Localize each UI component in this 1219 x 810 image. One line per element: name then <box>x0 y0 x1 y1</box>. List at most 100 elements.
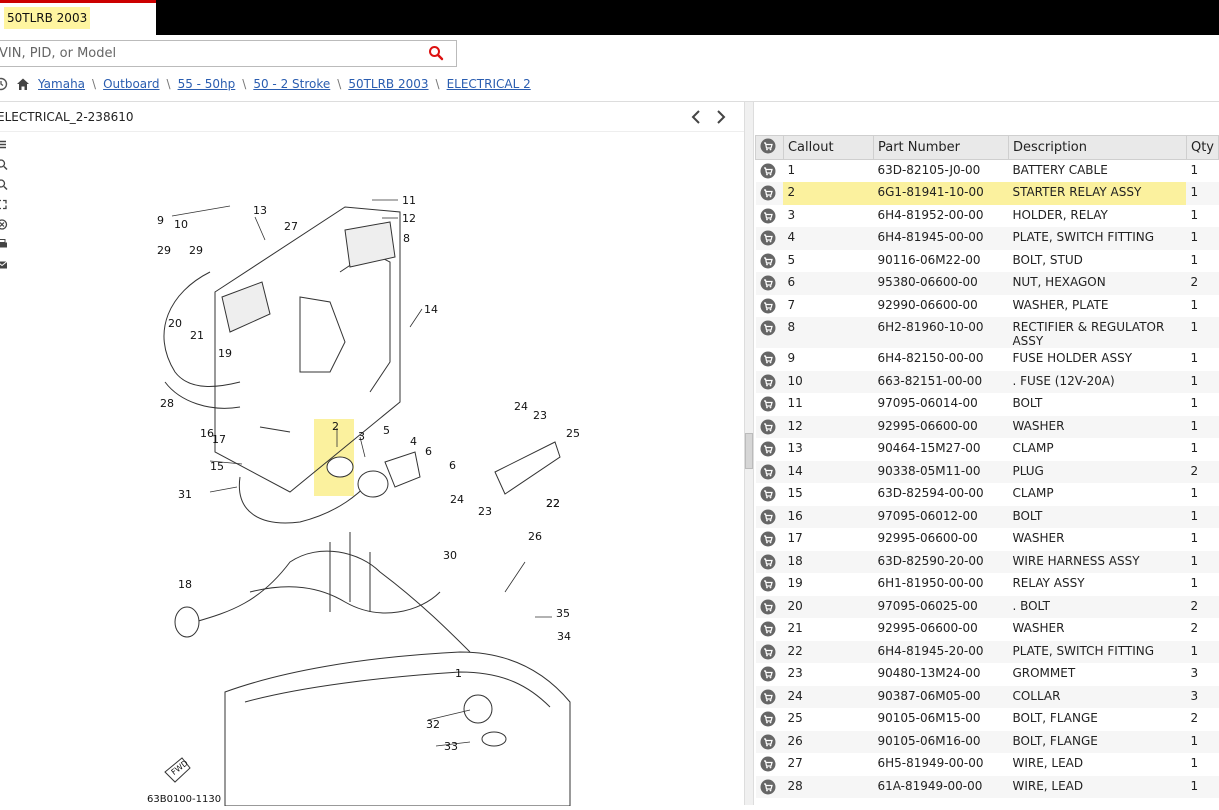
diagram-callout[interactable]: 18 <box>178 578 192 591</box>
add-to-cart-icon[interactable] <box>760 509 776 525</box>
add-to-cart-cell[interactable] <box>756 393 784 416</box>
diagram-callout[interactable]: 10 <box>174 218 188 231</box>
add-to-cart-icon[interactable] <box>760 253 776 269</box>
diagram-callout[interactable]: 11 <box>402 194 416 207</box>
diagram-callout[interactable]: 24 <box>450 493 464 506</box>
add-to-cart-cell[interactable] <box>755 775 784 798</box>
header-part-number[interactable]: Part Number <box>872 135 1009 160</box>
table-row[interactable]: 8 6H2-81960-10-00 RECTIFIER & REGULATOR AS… <box>755 317 1219 348</box>
table-row[interactable]: 10 663-82151-00-00. FUSE (12V-20A) 1 <box>755 370 1219 393</box>
parts-diagram[interactable]: 123 456689 1011121314151617181920212222232… <box>0 132 744 807</box>
add-to-cart-icon[interactable] <box>760 666 776 682</box>
add-to-cart-cell[interactable] <box>755 317 784 348</box>
menu-icon[interactable] <box>0 138 8 151</box>
add-to-cart-cell[interactable] <box>756 160 784 183</box>
search-input[interactable] <box>0 41 419 66</box>
diagram-callout[interactable]: 2 <box>332 420 339 433</box>
table-row[interactable]: 3 6H4-81952-00-00 HOLDER, RELAY 1 <box>756 205 1219 228</box>
add-to-cart-icon[interactable] <box>760 576 776 592</box>
diagram-callout[interactable]: 17 <box>212 433 226 446</box>
history-icon[interactable] <box>0 77 8 91</box>
diagram-callout[interactable]: 24 <box>514 400 528 413</box>
diagram-callout[interactable]: 34 <box>557 630 571 643</box>
diagram-canvas[interactable]: 1 2 3 4 5 6 6 8 9 10 11 12 13 14 15 16 17 18 19 20 21 22 22 23 2… <box>0 131 744 807</box>
tab-model[interactable]: 50TLRB 2003 <box>0 0 156 35</box>
table-row[interactable]: 6 95380-06600-00 NUT, HEXAGON 2 <box>755 272 1219 295</box>
table-row[interactable]: 15 63D-82594-00-00 CLAMP 1 <box>756 483 1219 506</box>
table-row[interactable]: 19 6H1-81950-00-00 RELAY ASSY 1 <box>756 573 1219 596</box>
add-to-cart-icon[interactable] <box>760 711 776 727</box>
add-to-cart-cell[interactable] <box>756 708 784 731</box>
add-to-cart-cell[interactable] <box>756 438 784 461</box>
table-row[interactable]: 11 97095-06014-00 BOLT 1 <box>756 393 1219 416</box>
diagram-callout[interactable]: 14 <box>424 303 438 316</box>
email-icon[interactable] <box>0 258 8 271</box>
header-cart-cell[interactable] <box>755 135 784 160</box>
table-row[interactable]: 14 90338-05M11-00 PLUG 2 <box>755 460 1219 483</box>
print-icon[interactable] <box>0 238 8 251</box>
diagram-callout[interactable]: 8 <box>403 232 410 245</box>
diagram-callout[interactable]: 30 <box>443 549 457 562</box>
next-diagram-button[interactable] <box>711 107 731 127</box>
diagram-callout[interactable]: 20 <box>168 317 182 330</box>
add-to-cart-cell[interactable] <box>756 663 784 686</box>
diagram-callout[interactable]: 9 <box>157 214 164 227</box>
diagram-callout[interactable]: 35 <box>556 607 570 620</box>
search-icon[interactable] <box>428 45 444 61</box>
zoom-in-icon[interactable] <box>0 158 8 171</box>
add-to-cart-icon[interactable] <box>760 441 776 457</box>
add-to-cart-cell[interactable] <box>756 618 784 641</box>
add-to-cart-icon[interactable] <box>760 756 776 772</box>
diagram-callout[interactable]: 28 <box>160 397 174 410</box>
diagram-callout[interactable]: 23 <box>478 505 492 518</box>
table-row[interactable]: 25 90105-06M15-00 BOLT, FLANGE 2 <box>756 708 1219 731</box>
add-to-cart-cell[interactable] <box>755 685 784 708</box>
diagram-callout[interactable]: 6 <box>449 459 456 472</box>
diagram-callout[interactable]: 5 <box>383 424 390 437</box>
add-to-cart-icon[interactable] <box>760 689 776 705</box>
add-to-cart-cell[interactable] <box>755 640 784 663</box>
add-to-cart-icon[interactable] <box>760 486 776 502</box>
add-to-cart-cell[interactable] <box>756 348 784 371</box>
add-to-cart-cell[interactable] <box>756 753 784 776</box>
add-to-cart-icon[interactable] <box>760 275 776 291</box>
add-to-cart-cell[interactable] <box>755 370 784 393</box>
add-to-cart-cell[interactable] <box>756 205 784 228</box>
add-to-cart-cell[interactable] <box>755 227 784 250</box>
table-row[interactable]: 27 6H5-81949-00-00 WIRE, LEAD 1 <box>756 753 1219 776</box>
diagram-callout[interactable]: 19 <box>218 347 232 360</box>
add-to-cart-icon[interactable] <box>760 374 776 390</box>
table-row[interactable]: 1 63D-82105-J0-00 BATTERY CABLE 1 <box>756 160 1219 183</box>
diagram-callout[interactable]: 32 <box>426 718 440 731</box>
add-to-cart-cell[interactable] <box>756 573 784 596</box>
add-to-cart-icon[interactable] <box>760 599 776 615</box>
diagram-callout[interactable]: 13 <box>253 204 267 217</box>
table-row[interactable]: 26 90105-06M16-00 BOLT, FLANGE 1 <box>755 730 1219 753</box>
diagram-callout[interactable]: 15 <box>210 460 224 473</box>
add-to-cart-icon[interactable] <box>760 163 776 179</box>
diagram-callout[interactable]: 12 <box>402 212 416 225</box>
home-icon[interactable] <box>16 77 30 91</box>
header-callout[interactable]: Callout <box>782 135 874 160</box>
header-description[interactable]: Description <box>1007 135 1187 160</box>
add-to-cart-cell[interactable] <box>755 272 784 295</box>
diagram-callout[interactable]: 6 <box>425 445 432 458</box>
table-row[interactable]: 2 6G1-81941-10-00 STARTER RELAY ASSY 1 <box>755 182 1219 205</box>
breadcrumb-model[interactable]: 50TLRB 2003 <box>348 77 428 91</box>
diagram-callout[interactable]: 3 <box>358 430 365 443</box>
add-to-cart-cell[interactable] <box>755 415 784 438</box>
add-to-cart-cell[interactable] <box>756 483 784 506</box>
add-to-cart-cell[interactable] <box>756 295 784 318</box>
table-row[interactable]: 21 92995-06600-00 WASHER 2 <box>756 618 1219 641</box>
add-to-cart-icon[interactable] <box>760 779 776 795</box>
diagram-callout[interactable]: 23 <box>533 409 547 422</box>
add-to-cart-icon[interactable] <box>760 208 776 224</box>
zoom-out-icon[interactable] <box>0 178 8 191</box>
diagram-callout[interactable]: 27 <box>284 220 298 233</box>
add-to-cart-cell[interactable] <box>756 528 784 551</box>
add-to-cart-cell[interactable] <box>755 730 784 753</box>
breadcrumb-yamaha[interactable]: Yamaha <box>38 77 85 91</box>
add-to-cart-icon[interactable] <box>760 734 776 750</box>
breadcrumb-hp-range[interactable]: 55 - 50hp <box>178 77 236 91</box>
add-to-cart-icon[interactable] <box>760 351 776 367</box>
